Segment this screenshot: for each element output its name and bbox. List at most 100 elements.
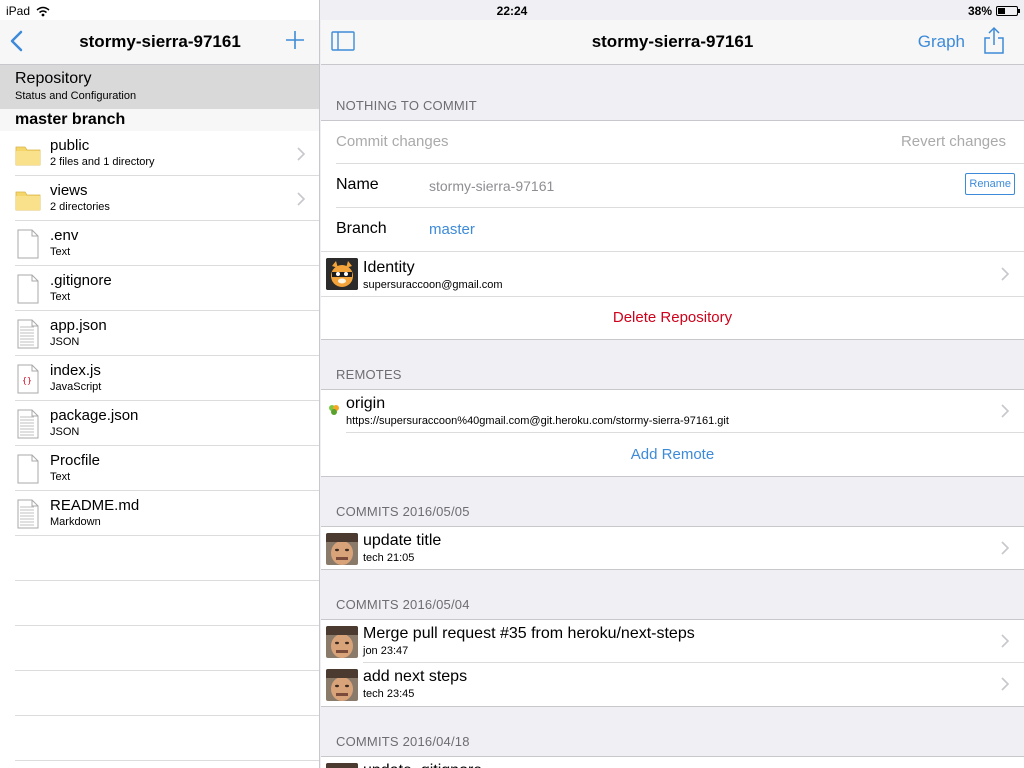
file-row[interactable]: {} index.js JavaScript [0,356,319,401]
chevron-right-icon [1001,404,1010,418]
add-remote-button[interactable]: Add Remote [321,446,1024,463]
status-group: Commit changes Revert changes Name storm… [321,120,1024,340]
file-name: index.js [50,362,101,379]
commit-row[interactable]: update .gitignore [321,757,1024,768]
chevron-right-icon [1001,541,1010,555]
file-type: JSON [50,336,80,348]
file-row[interactable]: .env Text [0,221,319,266]
text-file-icon [15,319,41,349]
remotes-section-header: REMOTES [336,367,402,382]
chevron-right-icon [1001,677,1010,691]
file-name: package.json [50,407,139,424]
right-navigation-bar: stormy-sierra-97161 Graph [321,20,1024,65]
commit-author-time: tech 23:45 [363,688,415,700]
folder-icon [15,139,41,169]
remote-leaf-icon [329,405,339,415]
file-name: views [50,182,88,199]
status-section-header: NOTHING TO COMMIT [336,98,477,113]
delete-row: Delete Repository [321,297,1024,340]
name-value: stormy-sierra-97161 [429,178,555,194]
author-avatar [326,669,358,701]
revert-changes-button[interactable]: Revert changes [901,133,1006,150]
chevron-right-icon [1001,634,1010,648]
file-type: 2 files and 1 directory [50,156,155,168]
commit-message: update .gitignore [363,761,482,768]
remote-origin-row[interactable]: origin https://supersuraccoon%40gmail.co… [321,390,1024,433]
commit-revert-row: Commit changes Revert changes [321,121,1024,164]
file-row[interactable]: app.json JSON [0,311,319,356]
author-avatar [326,763,358,768]
commit-message: Merge pull request #35 from heroku/next-… [363,625,695,642]
file-row[interactable]: README.md Markdown [0,491,319,536]
empty-row [0,581,319,626]
chevron-right-icon [297,192,306,206]
file-row[interactable]: views 2 directories [0,176,319,221]
file-type: Text [50,246,71,258]
file-name: Procfile [50,452,101,469]
blank-file-icon [15,274,41,304]
identity-row[interactable]: Identity supersuraccoon@gmail.com [321,252,1024,297]
branch-value-link[interactable]: master [429,221,475,238]
rename-button[interactable]: Rename [965,173,1015,195]
clock: 22:24 [496,4,528,18]
app-window: stormy-sierra-97161 Repository Status an… [0,0,1024,768]
commit-row[interactable]: update title tech 21:05 [321,527,1024,570]
chevron-right-icon [1001,267,1010,281]
author-avatar [326,533,358,565]
commit-author-time: tech 21:05 [363,552,415,564]
file-name: app.json [50,317,107,334]
name-row: Name stormy-sierra-97161 Rename [321,164,1024,208]
file-name: public [50,137,90,154]
empty-row [0,716,319,761]
repository-subtitle: Status and Configuration [15,90,137,102]
folder-icon [15,184,41,214]
commit-message: update title [363,532,442,549]
file-type: Markdown [50,516,101,528]
commits-group: update title tech 21:05 [321,526,1024,570]
graph-button[interactable]: Graph [918,32,965,52]
add-plus-icon[interactable] [284,29,306,51]
status-bar: iPad 22:24 38% [0,0,1024,20]
empty-row [0,671,319,716]
left-nav-title: stormy-sierra-97161 [79,32,241,51]
battery-percent: 38% [967,4,992,18]
commit-author-time: jon 23:47 [363,645,409,657]
add-remote-row: Add Remote [321,433,1024,476]
commit-message: add next steps [363,668,468,685]
file-type: 2 directories [50,201,110,213]
remotes-group: origin https://supersuraccoon%40gmail.co… [321,389,1024,477]
commits-date-header: COMMITS 2016/04/18 [336,734,470,749]
name-label: Name [336,176,379,193]
text-file-icon [15,409,41,439]
commits-group: Merge pull request #35 from heroku/next-… [321,619,1024,707]
file-row[interactable]: Procfile Text [0,446,319,491]
left-navigation-bar: stormy-sierra-97161 [0,20,319,65]
file-type: JavaScript [50,381,102,393]
file-row[interactable]: package.json JSON [0,401,319,446]
delete-repository-button[interactable]: Delete Repository [321,309,1024,326]
blank-file-icon [15,454,41,484]
repository-row[interactable]: Repository Status and Configuration [0,65,319,109]
commit-row[interactable]: add next steps tech 23:45 [321,663,1024,706]
branch-row: Branch master [321,208,1024,252]
commit-changes-button[interactable]: Commit changes [336,133,449,150]
identity-email: supersuraccoon@gmail.com [363,279,503,291]
branch-header: master branch [0,109,319,131]
file-name: .gitignore [50,272,112,289]
svg-text:{}: {} [22,376,32,385]
branch-label: Branch [336,220,387,237]
code-file-icon: {} [15,364,41,394]
text-file-icon [15,499,41,529]
chevron-right-icon [297,147,306,161]
battery-icon [996,6,1020,16]
blank-file-icon [15,229,41,259]
share-icon[interactable] [983,26,1005,54]
author-avatar [326,626,358,658]
file-name: .env [50,227,79,244]
file-row[interactable]: public 2 files and 1 directory [0,131,319,176]
remote-name: origin [346,395,386,412]
commits-date-header: COMMITS 2016/05/05 [336,504,470,519]
file-type: Text [50,291,71,303]
commit-row[interactable]: Merge pull request #35 from heroku/next-… [321,620,1024,663]
file-row[interactable]: .gitignore Text [0,266,319,311]
